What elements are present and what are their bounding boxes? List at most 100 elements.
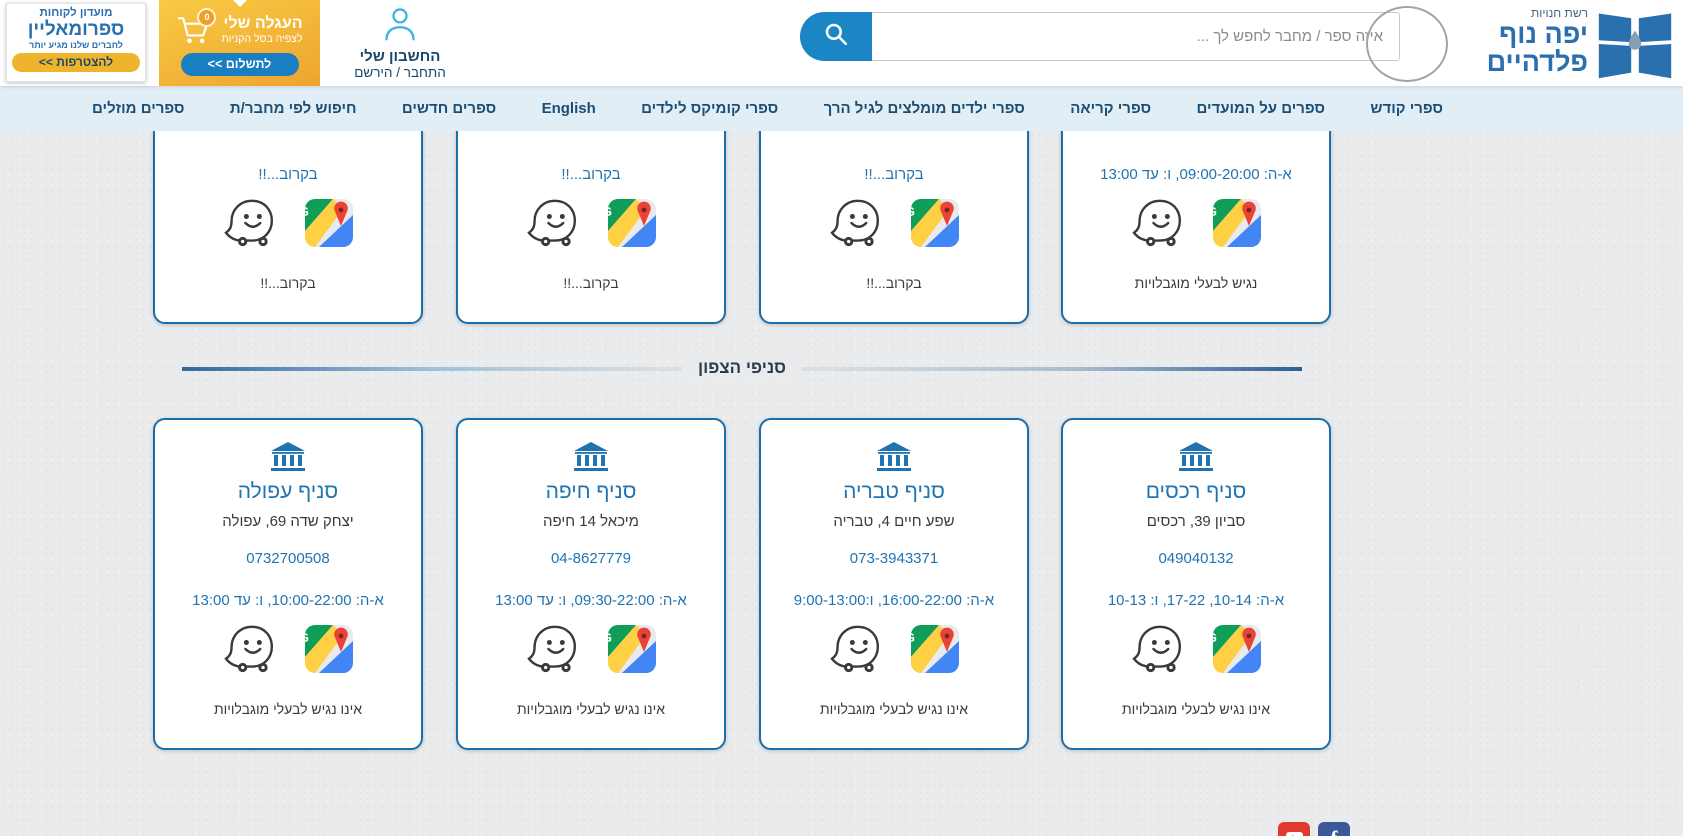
google-maps-icon[interactable]: G — [305, 199, 353, 247]
branch-accessibility: בקרוב...!! — [563, 275, 619, 291]
nav-item-holiday-books[interactable]: ספרים על המועדים — [1196, 100, 1325, 117]
waze-icon[interactable] — [829, 198, 885, 248]
search-icon — [823, 21, 849, 52]
branch-accessibility: אינו נגיש לבעלי מוגבלויות — [516, 701, 666, 717]
waze-icon[interactable] — [223, 624, 279, 674]
google-maps-icon[interactable]: G — [305, 625, 353, 673]
google-maps-icon[interactable]: G — [608, 199, 656, 247]
building-icon — [1063, 442, 1329, 477]
branch-address: סביון 39, רכסים — [1146, 513, 1246, 530]
cart-icon[interactable]: 0 — [176, 8, 217, 47]
nav-item-discount-books[interactable]: ספרים מוזלים — [92, 100, 184, 117]
cart-count-badge: 0 — [197, 8, 217, 27]
svg-text:G: G — [305, 630, 309, 645]
branch-name: סניף רכסים — [1145, 480, 1247, 503]
branch-phone-link[interactable]: 0732700508 — [155, 550, 421, 567]
branch-name: סניף עפולה — [237, 480, 339, 503]
google-maps-icon[interactable]: G — [1213, 199, 1261, 247]
branch-card-coming-soon-1: בקרוב...!! G בקרוב...!! — [153, 131, 423, 324]
branch-accessibility: אינו נגיש לבעלי מוגבלויות — [819, 701, 969, 717]
site-logo[interactable]: רשת חנויות יפה נוף פלדהיים — [1452, 2, 1678, 86]
account-title: החשבון שלי — [359, 48, 441, 65]
open-book-logo-icon — [1594, 4, 1676, 89]
cart-title: העגלה שלי — [223, 15, 303, 32]
club-brand-logo: ספרומאליין — [27, 19, 125, 40]
facebook-icon[interactable]: f — [1318, 822, 1350, 836]
svg-text:G: G — [1213, 630, 1217, 645]
svg-text:G: G — [911, 204, 915, 219]
nav-item-holy-books[interactable]: ספרי קודש — [1370, 100, 1443, 117]
google-maps-icon[interactable]: G — [1213, 625, 1261, 673]
svg-text:G: G — [1213, 204, 1217, 219]
branch-hours: א-ה: 10:00-22:00, ו: עד 13:00 — [192, 592, 384, 609]
svg-text:G: G — [608, 630, 612, 645]
logo-name-line1: יפה נוף — [1499, 19, 1588, 49]
branch-hours: בקרוב...!! — [864, 166, 924, 183]
nav-item-toddler-books[interactable]: ספרי ילדים מומלצים לגיל הרך — [824, 100, 1025, 117]
svg-text:G: G — [305, 204, 309, 219]
google-maps-icon[interactable]: G — [911, 199, 959, 247]
branch-address: מיכאל 14 חיפה — [543, 513, 639, 530]
branch-card-afula: סניף עפולה יצחק שדה 69, עפולה 0732700508… — [153, 418, 423, 750]
main-navigation: ספרי קודש ספרים על המועדים ספרי קריאה ספ… — [0, 86, 1683, 131]
nav-item-comics[interactable]: ספרי קומיקס לילדים — [641, 100, 778, 117]
branch-hours: א-ה: 10-14, 17-22, ו: 10-13 — [1107, 592, 1285, 609]
waze-icon[interactable] — [829, 624, 885, 674]
waze-icon[interactable] — [1131, 624, 1187, 674]
nav-item-author-search[interactable]: חיפוש לפי מחבר/ת — [230, 100, 357, 117]
section-title: סניפי הצפון — [681, 355, 803, 381]
branch-phone-link[interactable]: 073-3943371 — [761, 550, 1027, 567]
branch-phone-link[interactable]: 04-8627779 — [458, 550, 724, 567]
waze-icon[interactable] — [1131, 198, 1187, 248]
search-input[interactable] — [872, 12, 1400, 61]
branch-card-tiberias: סניף טבריה שפע חיים 4, טבריה 073-3943371… — [759, 418, 1029, 750]
waze-icon[interactable] — [223, 198, 279, 248]
branch-card-coming-soon-3: בקרוב...!! G בקרוב...!! — [759, 131, 1029, 324]
section-divider-north: סניפי הצפון — [182, 355, 1302, 381]
svg-text:G: G — [911, 630, 915, 645]
building-icon — [458, 442, 724, 477]
google-maps-icon[interactable]: G — [911, 625, 959, 673]
branch-accessibility: בקרוב...!! — [260, 275, 316, 291]
waze-icon[interactable] — [526, 198, 582, 248]
branch-hours: בקרוב...!! — [561, 166, 621, 183]
branch-card-haifa: סניף חיפה מיכאל 14 חיפה 04-8627779 א-ה: … — [456, 418, 726, 750]
chevron-down-icon — [232, 0, 247, 7]
branch-phone-link[interactable]: 049040132 — [1063, 550, 1329, 567]
waze-icon[interactable] — [526, 624, 582, 674]
customer-club-box: מועדון לקוחות ספרומאליין לחברים שלנו מגי… — [6, 3, 146, 82]
google-maps-icon[interactable]: G — [608, 625, 656, 673]
club-top-label: מועדון לקוחות — [39, 7, 113, 19]
youtube-play-glyph — [1285, 832, 1303, 836]
cart-subtitle[interactable]: לצפיה בסל הקניות — [221, 33, 302, 45]
youtube-icon[interactable] — [1278, 822, 1310, 836]
branch-accessibility: אינו נגיש לבעלי מוגבלויות — [1121, 701, 1271, 717]
cart-box: העגלה שלי לצפיה בסל הקניות 0 לתשלום >> — [159, 0, 320, 86]
nav-item-reading-books[interactable]: ספרי קריאה — [1070, 100, 1151, 117]
branch-address: יצחק שדה 69, עפולה — [222, 513, 354, 530]
branch-accessibility: נגיש לבעלי מוגבלויות — [1134, 275, 1258, 291]
branch-name: סניף חיפה — [545, 480, 637, 503]
club-join-button[interactable]: להצטרפות >> — [12, 53, 140, 72]
branch-hours: בקרוב...!! — [258, 166, 318, 183]
building-icon — [761, 442, 1027, 477]
branch-address: שפע חיים 4, טבריה — [833, 513, 955, 530]
header: מועדון לקוחות ספרומאליין לחברים שלנו מגי… — [0, 0, 1683, 86]
building-icon — [155, 442, 421, 477]
club-tagline: לחברים שלנו מגיע יותר — [29, 40, 123, 50]
branch-accessibility: אינו נגיש לבעלי מוגבלויות — [213, 701, 363, 717]
logo-name-line2: פלדהיים — [1486, 47, 1588, 77]
branch-hours: א-ה: 09:00-20:00, ו: עד 13:00 — [1100, 166, 1292, 183]
search-button[interactable] — [800, 12, 872, 61]
branch-card-rechasim: סניף רכסים סביון 39, רכסים 049040132 א-ה… — [1061, 418, 1331, 750]
nav-item-new-books[interactable]: ספרים חדשים — [402, 100, 496, 117]
main-content: בקרוב...!! G בקרוב...!! בקרוב...!! G בקר… — [0, 131, 1683, 836]
page: { "header": { "logo": {"tagline": "רשת ח… — [0, 0, 1683, 836]
branch-accessibility: בקרוב...!! — [866, 275, 922, 291]
account-block[interactable]: החשבון שלי התחבר / הירשם — [344, 6, 456, 80]
user-icon — [381, 8, 419, 46]
branch-hours: א-ה: 16:00-22:00, ו:9:00-13:00 — [793, 592, 995, 609]
checkout-button[interactable]: לתשלום >> — [180, 53, 299, 76]
nav-item-english[interactable]: English — [542, 100, 596, 117]
login-register-link[interactable]: התחבר / הירשם — [344, 65, 456, 80]
